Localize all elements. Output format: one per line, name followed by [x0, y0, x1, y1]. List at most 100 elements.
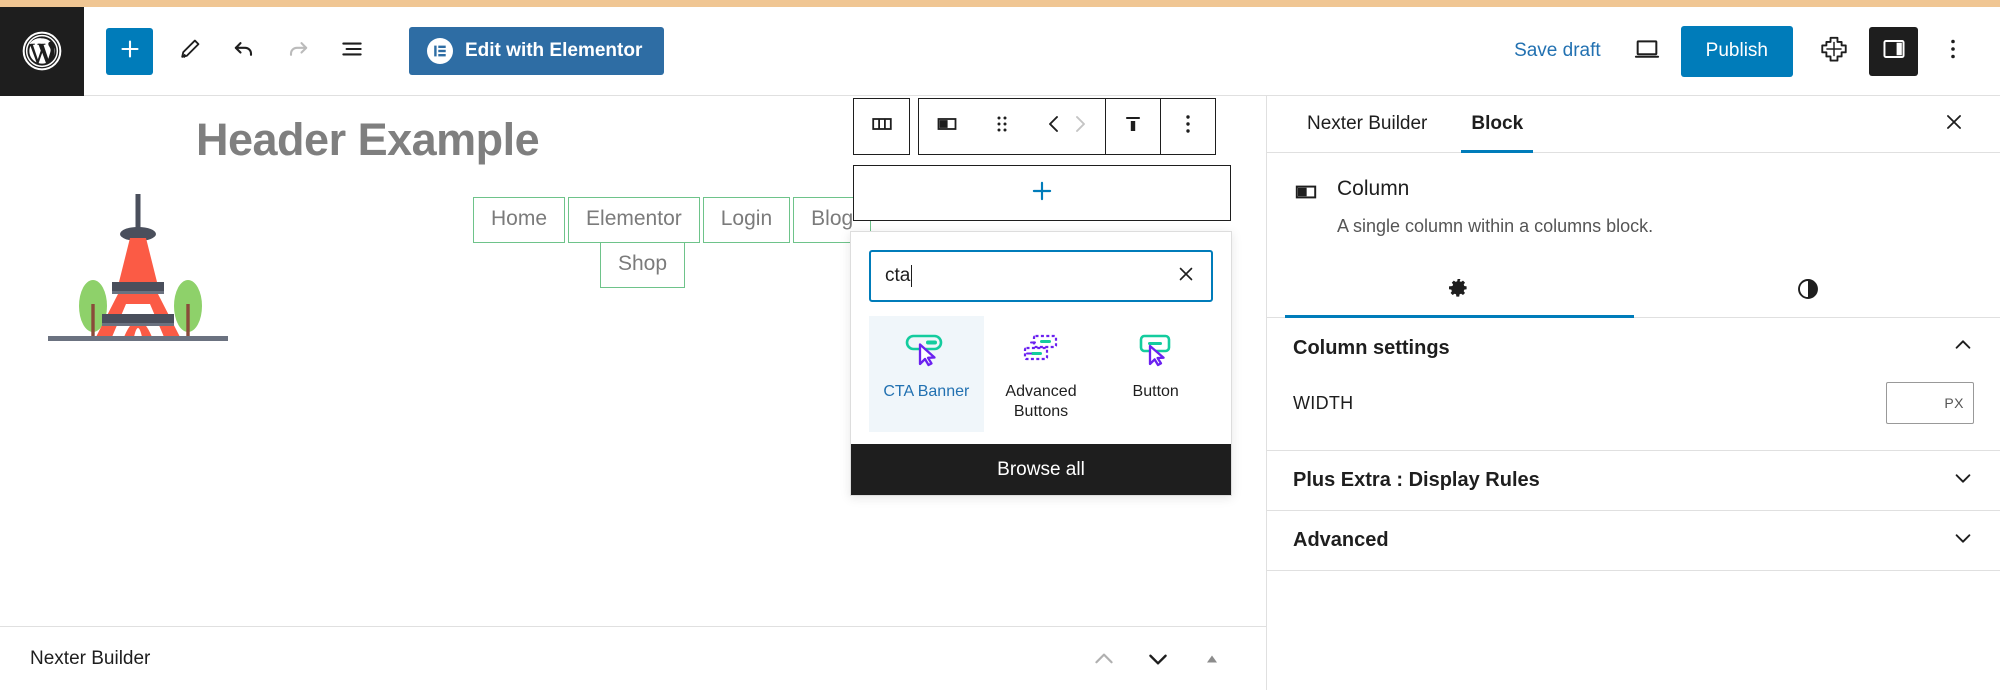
- drag-dots-icon: [995, 113, 1009, 140]
- nav-item-home[interactable]: Home: [473, 197, 566, 244]
- block-card-text: Column A single column within a columns …: [1337, 177, 1653, 239]
- wordpress-logo-icon: [22, 31, 62, 71]
- chevron-up-icon[interactable]: [1086, 641, 1122, 677]
- close-sidebar-button[interactable]: [1926, 96, 1982, 152]
- triangle-up-icon[interactable]: [1194, 641, 1230, 677]
- chevron-down-icon: [1952, 467, 1974, 495]
- nav-item-login[interactable]: Login: [702, 197, 791, 244]
- select-parent-columns-button[interactable]: [854, 99, 909, 154]
- wordpress-block-editor: Edit with Elementor Save draft Publish H…: [0, 0, 2000, 690]
- undo-button[interactable]: [217, 24, 271, 78]
- page-title[interactable]: Header Example: [196, 114, 540, 166]
- nav-item-elementor[interactable]: Elementor: [568, 197, 700, 244]
- nav-item-shop[interactable]: Shop: [600, 242, 686, 289]
- more-options-button[interactable]: [1926, 24, 1980, 78]
- status-bar-controls: [1086, 641, 1244, 677]
- width-input[interactable]: PX: [1886, 382, 1974, 425]
- sidebar-subtab-bar: [1267, 265, 2000, 319]
- block-inserter-popup: cta CTA Banner Advanced Buttons Button B…: [850, 231, 1232, 496]
- advanced-buttons-icon: [1020, 330, 1062, 370]
- block-appender[interactable]: [853, 165, 1231, 221]
- subtab-settings[interactable]: [1285, 265, 1634, 319]
- chevron-up-icon: [1952, 334, 1974, 362]
- width-unit-label: PX: [1944, 395, 1964, 412]
- wordpress-logo-button[interactable]: [0, 6, 84, 96]
- panel-column-settings-header[interactable]: Column settings: [1293, 318, 1974, 378]
- toolbar-left-group: Edit with Elementor: [84, 24, 665, 78]
- plus-icon: [118, 37, 142, 66]
- chevron-right-icon[interactable]: [1071, 112, 1089, 141]
- button-block-icon: [1135, 330, 1177, 370]
- search-input-value: cta: [885, 265, 911, 286]
- inserter-result-label: CTA Banner: [883, 383, 970, 400]
- panel-column-settings: Column settings WIDTH PX: [1267, 318, 2000, 452]
- text-caret: [911, 265, 913, 287]
- inserter-search-area: cta: [851, 232, 1231, 302]
- settings-sidebar-icon: [1881, 36, 1907, 67]
- chevron-down-icon: [1952, 527, 1974, 555]
- inserter-result-button[interactable]: Button: [1098, 316, 1213, 432]
- add-block-button[interactable]: [106, 27, 153, 75]
- preview-button[interactable]: [1619, 23, 1675, 79]
- close-x-icon: [1943, 111, 1965, 138]
- list-view-button[interactable]: [325, 24, 379, 78]
- block-type-button[interactable]: [919, 99, 974, 154]
- three-dots-vertical-icon: [1183, 112, 1193, 141]
- redo-button[interactable]: [271, 24, 325, 78]
- sidebar-tab-bar: Nexter Builder Block: [1267, 96, 2000, 153]
- plugin-button[interactable]: [1807, 24, 1861, 78]
- publish-button[interactable]: Publish: [1680, 25, 1793, 77]
- editor-status-bar: Nexter Builder: [0, 626, 1266, 690]
- chevron-left-icon[interactable]: [1045, 112, 1071, 141]
- elementor-logo-icon: [427, 38, 453, 64]
- search-input[interactable]: cta: [869, 250, 1213, 302]
- column-block-icon: [1293, 177, 1319, 239]
- clear-search-button[interactable]: [1173, 263, 1199, 289]
- editor-canvas: Header Example Home Elementor Login Blog…: [0, 96, 1266, 690]
- gear-settings-icon: [1447, 277, 1471, 306]
- block-toolbar: [853, 98, 1216, 155]
- parent-block-group: [853, 98, 910, 155]
- panel-advanced[interactable]: Advanced: [1267, 511, 2000, 572]
- close-x-icon: [1176, 264, 1196, 289]
- block-actions-group: [918, 98, 1216, 155]
- plus-icon: [1029, 178, 1055, 209]
- breadcrumb[interactable]: Nexter Builder: [30, 648, 150, 670]
- styles-contrast-icon: [1796, 277, 1820, 306]
- redo-arrow-icon: [284, 35, 312, 68]
- block-card-description: A single column within a columns block.: [1337, 216, 1654, 236]
- editor-top-toolbar: Edit with Elementor Save draft Publish: [0, 6, 2000, 96]
- cta-banner-icon: [905, 330, 947, 370]
- chevron-down-icon[interactable]: [1140, 641, 1176, 677]
- columns-block-icon: [870, 112, 894, 141]
- three-dots-vertical-icon: [1942, 36, 1964, 67]
- panel-title: Advanced: [1293, 529, 1389, 552]
- save-draft-button[interactable]: Save draft: [1496, 40, 1619, 62]
- inserter-result-label: Button: [1132, 383, 1179, 400]
- settings-sidebar: Nexter Builder Block Column A single col…: [1266, 96, 2000, 690]
- settings-sidebar-toggle-button[interactable]: [1869, 26, 1918, 76]
- inserter-result-cta-banner[interactable]: CTA Banner: [869, 316, 984, 432]
- tab-nexter-builder[interactable]: Nexter Builder: [1285, 96, 1449, 152]
- eiffel-tower-image[interactable]: [38, 186, 238, 346]
- panel-title: Plus Extra : Display Rules: [1293, 469, 1540, 492]
- toolbar-right-group: Save draft Publish: [1496, 23, 2000, 79]
- document-outline-icon: [339, 36, 365, 67]
- browse-all-button[interactable]: Browse all: [851, 444, 1231, 495]
- undo-arrow-icon: [230, 35, 258, 68]
- inserter-results-list: CTA Banner Advanced Buttons Button: [851, 302, 1231, 432]
- tab-block[interactable]: Block: [1449, 96, 1545, 153]
- inserter-result-advanced-buttons[interactable]: Advanced Buttons: [984, 316, 1099, 432]
- drag-handle-button[interactable]: [974, 99, 1029, 154]
- panel-plus-extra-display-rules[interactable]: Plus Extra : Display Rules: [1267, 451, 2000, 512]
- tools-mode-button[interactable]: [163, 24, 217, 78]
- panel-title: Column settings: [1293, 336, 1450, 359]
- pencil-icon: [177, 36, 203, 67]
- vertical-align-button[interactable]: [1105, 99, 1160, 154]
- subtab-styles[interactable]: [1634, 265, 1983, 317]
- block-options-button[interactable]: [1160, 99, 1215, 154]
- desktop-preview-icon: [1633, 35, 1661, 68]
- edit-with-elementor-button[interactable]: Edit with Elementor: [409, 27, 665, 75]
- block-mover-group: [1029, 112, 1105, 141]
- inserter-result-label: Advanced Buttons: [1005, 383, 1077, 420]
